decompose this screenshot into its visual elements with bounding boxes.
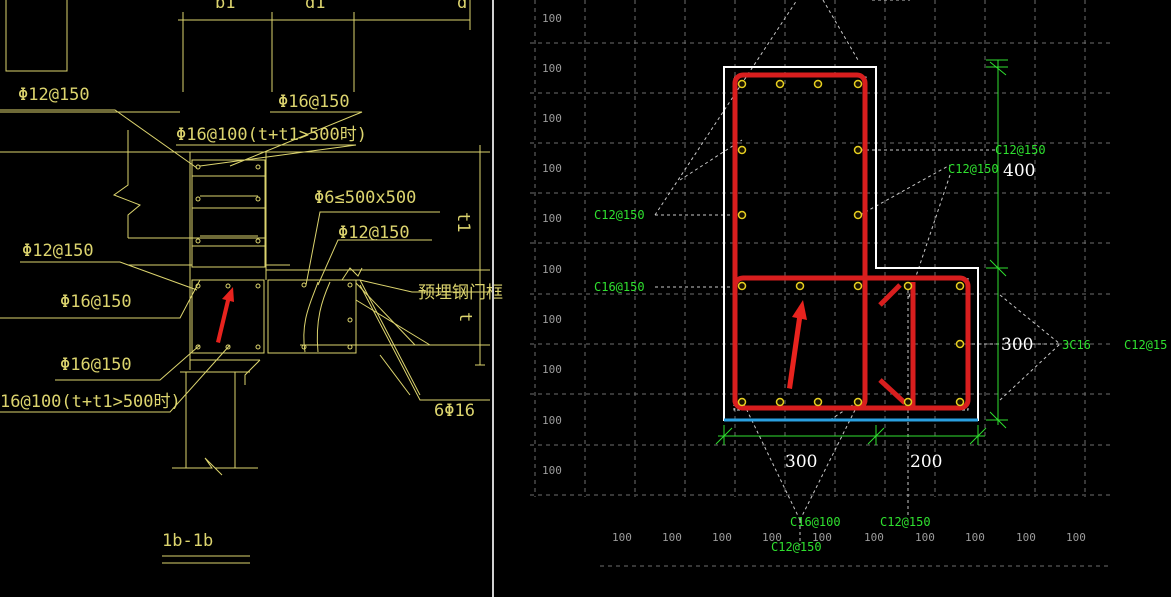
grid-col-label: 100 xyxy=(864,531,884,544)
section-title: 1b-1b xyxy=(162,531,213,551)
main-stirrup-lower xyxy=(732,275,971,411)
label-phi12-150-mid: Φ12@150 xyxy=(338,223,410,243)
header-label-d: d xyxy=(457,0,467,13)
dim-height-upper: 400 xyxy=(1003,161,1035,181)
rebar-label-c12-150-far-right: C12@15 xyxy=(1124,338,1167,352)
label-dim-t1: t1 xyxy=(453,212,473,232)
label-phi12-150-left: Φ12@150 xyxy=(22,241,94,261)
tie-hook-upper xyxy=(878,283,902,307)
left-section-panel: b1 d1 d Φ12@150 Φ16@150 Φ16@100(t+t1>500… xyxy=(0,0,503,564)
header-label-b1: b1 xyxy=(215,0,235,13)
label-embedded-steel-frame: 预埋钢门框 xyxy=(418,283,503,303)
rebar-cages xyxy=(732,72,971,411)
dimension-lines xyxy=(715,59,1008,445)
grid-col-label: 100 xyxy=(612,531,632,544)
grid-col-label: 100 xyxy=(1016,531,1036,544)
tie-hook-lower xyxy=(878,378,907,405)
label-phi6-stirrup: Φ6≤500x500 xyxy=(314,188,416,208)
rebar-label-c12-150-right-mid: C12@150 xyxy=(948,162,999,176)
rebar-label-c12-150-bottom-left: C12@150 xyxy=(771,540,822,554)
dim-width-right: 200 xyxy=(910,452,942,472)
label-phi16-150-top: Φ16@150 xyxy=(278,92,350,112)
rebar-label-c12-150-bottom-right: C12@150 xyxy=(880,515,931,529)
label-phi12-150-top: Φ12@150 xyxy=(18,85,90,105)
grid-col-label: 100 xyxy=(965,531,985,544)
grid-col-label: 100 xyxy=(712,531,732,544)
grid-row-label: 100 xyxy=(542,464,562,477)
grid-col-label: 100 xyxy=(662,531,682,544)
rebar-label-c12-150-right-top: C12@150 xyxy=(995,143,1046,157)
red-pointer-arrow-left xyxy=(216,287,234,343)
cad-drawing-canvas[interactable]: b1 d1 d Φ12@150 Φ16@150 Φ16@100(t+t1>500… xyxy=(0,0,1171,597)
top-left-box xyxy=(5,0,68,72)
rebar-label-c12-150-left: C12@150 xyxy=(594,208,645,222)
rebar-label-c16-100-bottom: C16@100 xyxy=(790,515,841,529)
grid-col-label: 100 xyxy=(1066,531,1086,544)
label-six-phi16: 6Φ16 xyxy=(434,401,475,421)
grid-row-label: 100 xyxy=(542,12,562,25)
header-dimension-row xyxy=(5,0,471,92)
label-phi16-150-left: Φ16@150 xyxy=(60,292,132,312)
dim-width-left: 300 xyxy=(785,452,817,472)
grid-row-label: 100 xyxy=(542,313,562,326)
rebar-label-c16-150-left: C16@150 xyxy=(594,280,645,294)
dim-height-lower: 300 xyxy=(1001,335,1033,355)
grid-row-label: 100 xyxy=(542,62,562,75)
label-dim-t: t xyxy=(455,312,475,322)
rebar-label-3c16: 3C16 xyxy=(1062,338,1091,352)
grid-col-label: 100 xyxy=(915,531,935,544)
label-phi16-100-top: Φ16@100(t+t1>500时) xyxy=(176,125,367,145)
label-phi16-100-bottom: 16@100(t+t1>500时) xyxy=(0,392,181,412)
header-label-d1: d1 xyxy=(305,0,325,13)
grid-row-label: 100 xyxy=(542,162,562,175)
main-stirrup-upper xyxy=(732,72,868,411)
right-section-panel: 100 100 100 100 100 100 100 100 100 100 … xyxy=(530,0,1167,567)
grid-row-label: 100 xyxy=(542,363,562,376)
grid-row-label: 100 xyxy=(542,212,562,225)
label-phi16-150-low: Φ16@150 xyxy=(60,355,132,375)
grid-row-label: 100 xyxy=(542,263,562,276)
grid-row-label: 100 xyxy=(542,414,562,427)
grid-row-label: 100 xyxy=(542,112,562,125)
